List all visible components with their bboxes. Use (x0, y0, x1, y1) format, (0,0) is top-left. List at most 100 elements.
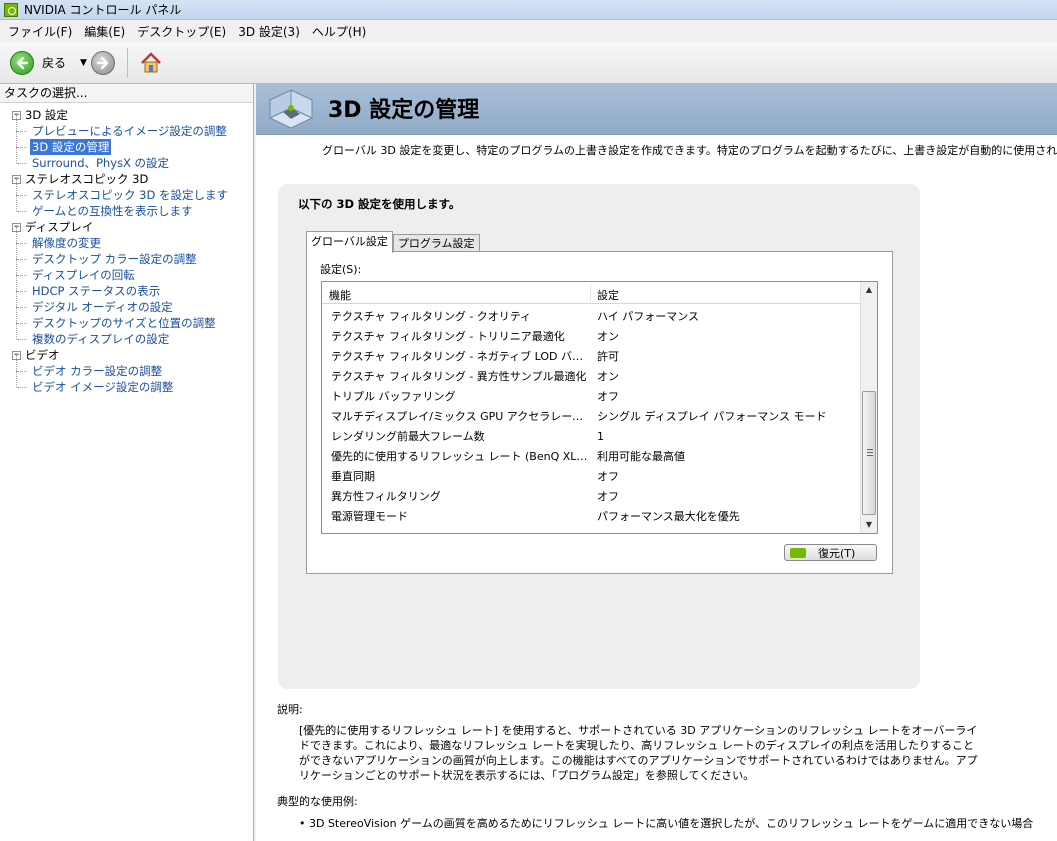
setting-cell[interactable]: パフォーマンス最大化を優先 (590, 508, 740, 524)
tree-item-setup-stereoscopic-3d[interactable]: ステレオスコピック 3D を設定します (12, 179, 253, 203)
tree-category-3d-settings[interactable]: − 3D 設定 (12, 107, 253, 123)
restore-label: 復元(T) (818, 546, 856, 560)
tree-item-multiple-displays[interactable]: 複数のディスプレイの設定 (12, 323, 253, 347)
setting-cell[interactable]: オフ (590, 488, 619, 504)
feature-cell: 優先的に使用するリフレッシュ レート (BenQ XL2410... (331, 450, 590, 463)
usage-label: 典型的な使用例: (277, 795, 358, 808)
description-text: [優先的に使用するリフレッシュ レート] を使用すると、サポートされている 3D… (299, 724, 978, 782)
tab-strip: グローバル設定 プログラム設定 (306, 231, 480, 253)
table-row[interactable]: テクスチャ フィルタリング - トリリニア最適化 オン (322, 326, 860, 346)
tree-item-preview-image-settings[interactable]: プレビューによるイメージ設定の調整 (12, 115, 253, 139)
list-header: 機能 設定 (322, 282, 860, 304)
setting-cell[interactable]: ハイ パフォーマンス (590, 308, 699, 324)
setting-cell[interactable]: 1 (590, 430, 604, 443)
setting-cell[interactable]: シングル ディスプレイ パフォーマンス モード (590, 408, 827, 424)
page-title: 3D 設定の管理 (328, 98, 480, 123)
menu-3d-settings[interactable]: 3D 設定(3) (232, 23, 306, 40)
feature-cell: マルチディスプレイ/ミックス GPU アクセラレーション (331, 410, 590, 423)
content-pane: 3D 設定の管理 グローバル 3D 設定を変更し、特定のプログラムの上書き設定を… (256, 84, 1057, 841)
table-row[interactable]: 異方性フィルタリング オフ (322, 486, 860, 506)
column-divider (590, 285, 591, 301)
nvidia-app-icon (4, 2, 18, 17)
table-row[interactable]: レンダリング前最大フレーム数 1 (322, 426, 860, 446)
table-row[interactable]: テクスチャ フィルタリング - ネガティブ LOD バイアス 許可 (322, 346, 860, 366)
window-title: NVIDIA コントロール パネル (24, 3, 182, 17)
feature-cell: トリプル バッファリング (331, 390, 456, 403)
history-dropdown-icon[interactable]: ▼ (80, 58, 87, 68)
table-row[interactable]: マルチディスプレイ/ミックス GPU アクセラレーション シングル ディスプレイ … (322, 406, 860, 426)
menu-bar: ファイル(F) 編集(E) デスクトップ(E) 3D 設定(3) ヘルプ(H) (0, 20, 1057, 42)
setting-cell[interactable]: オフ (590, 468, 619, 484)
page-header: 3D 設定の管理 (256, 84, 1057, 135)
usage-item: • 3D StereoVision ゲームの画質を高めるためにリフレッシュ レー… (299, 817, 1034, 830)
settings-label: 設定(S): (320, 263, 362, 276)
settings-list[interactable]: 機能 設定 テクスチャ フィルタリング - クオリティ ハイ パフォーマンス テク… (321, 281, 878, 534)
setting-cell[interactable]: 利用可能な最高値 (590, 448, 685, 464)
setting-cell[interactable]: オン (590, 368, 619, 384)
scroll-thumb[interactable] (862, 391, 876, 515)
tree-item-desktop-color[interactable]: デスクトップ カラー設定の調整 (12, 243, 253, 267)
feature-cell: 垂直同期 (331, 470, 375, 483)
toolbar: 戻る ▼ (0, 42, 1057, 84)
tree-category-video[interactable]: − ビデオ (12, 347, 253, 363)
feature-cell: テクスチャ フィルタリング - ネガティブ LOD バイアス (331, 350, 590, 363)
tree-item-manage-3d-settings[interactable]: 3D 設定の管理 (12, 131, 253, 155)
category-label: ビデオ (25, 348, 60, 362)
table-row[interactable]: 電源管理モード パフォーマンス最大化を優先 (322, 506, 860, 526)
feature-cell: 電源管理モード (331, 510, 408, 523)
forward-button[interactable] (90, 50, 115, 75)
tree-item-game-compatibility[interactable]: ゲームとの互換性を表示します (12, 195, 253, 219)
setting-cell[interactable]: オフ (590, 388, 619, 404)
back-arrow-icon (16, 56, 29, 69)
table-row[interactable]: テクスチャ フィルタリング - クオリティ ハイ パフォーマンス (322, 306, 860, 326)
back-button[interactable] (10, 50, 34, 75)
tree-item-video-image[interactable]: ビデオ イメージ設定の調整 (12, 371, 253, 395)
scroll-up-icon[interactable]: ▲ (861, 282, 877, 298)
panel-heading: 以下の 3D 設定を使用します。 (298, 197, 461, 211)
tree-category-display[interactable]: − ディスプレイ (12, 219, 253, 235)
table-row[interactable]: 優先的に使用するリフレッシュ レート (BenQ XL2410... 利用可能な最… (322, 446, 860, 466)
feature-cell: レンダリング前最大フレーム数 (331, 430, 485, 443)
nvidia-logo-icon (790, 547, 806, 558)
grip-icon (867, 449, 873, 456)
menu-edit[interactable]: 編集(E) (78, 23, 131, 40)
feature-cell: テクスチャ フィルタリング - トリリニア最適化 (331, 330, 565, 343)
tree-item-video-color[interactable]: ビデオ カラー設定の調整 (12, 355, 253, 379)
category-label: ディスプレイ (25, 220, 94, 234)
feature-cell: テクスチャ フィルタリング - クオリティ (331, 310, 532, 323)
scroll-down-icon[interactable]: ▼ (861, 517, 877, 533)
3d-settings-icon (268, 89, 314, 129)
tree-item-hdcp-status[interactable]: HDCP ステータスの表示 (12, 275, 253, 299)
feature-cell: テクスチャ フィルタリング - 異方性サンプル最適化 (331, 370, 587, 383)
task-pane-header: タスクの選択... (0, 84, 253, 103)
tree-category-stereoscopic-3d[interactable]: − ステレオスコピック 3D (12, 171, 253, 187)
menu-help[interactable]: ヘルプ(H) (306, 23, 372, 40)
category-label: ステレオスコピック 3D (25, 172, 149, 186)
home-button[interactable] (138, 50, 164, 76)
task-pane: タスクの選択... − 3D 設定 プレビューによるイメージ設定の調整 3D 設… (0, 84, 254, 841)
tab-content: 設定(S): 機能 設定 テクスチャ フィルタリング - クオリティ ハイ パフォ… (306, 251, 893, 574)
back-label[interactable]: 戻る (42, 54, 66, 71)
title-bar: NVIDIA コントロール パネル (0, 0, 1057, 20)
tree-item-digital-audio[interactable]: デジタル オーディオの設定 (12, 291, 253, 315)
vertical-scrollbar[interactable]: ▲ ▼ (860, 282, 877, 533)
table-row[interactable]: 垂直同期 オフ (322, 466, 860, 486)
description-label: 説明: (277, 703, 303, 716)
task-tree: − 3D 設定 プレビューによるイメージ設定の調整 3D 設定の管理 Surro… (0, 103, 253, 395)
menu-file[interactable]: ファイル(F) (2, 23, 78, 40)
tree-item-change-resolution[interactable]: 解像度の変更 (12, 227, 253, 251)
table-row[interactable]: テクスチャ フィルタリング - 異方性サンプル最適化 オン (322, 366, 860, 386)
column-header-setting[interactable]: 設定 (597, 287, 619, 303)
tree-item-rotate-display[interactable]: ディスプレイの回転 (12, 259, 253, 283)
setting-cell[interactable]: オン (590, 328, 619, 344)
setting-cell[interactable]: 許可 (590, 348, 619, 364)
tab-global-settings[interactable]: グローバル設定 (306, 231, 393, 253)
tree-item-desktop-size-position[interactable]: デスクトップのサイズと位置の調整 (12, 307, 253, 331)
table-row[interactable]: トリプル バッファリング オフ (322, 386, 860, 406)
restore-button[interactable]: 復元(T) (784, 544, 877, 561)
home-icon (141, 51, 161, 72)
menu-desktop[interactable]: デスクトップ(E) (131, 23, 232, 40)
page-intro: グローバル 3D 設定を変更し、特定のプログラムの上書き設定を作成できます。特定… (322, 144, 1057, 157)
column-header-feature[interactable]: 機能 (329, 287, 351, 303)
tree-item-surround-physx[interactable]: Surround、PhysX の設定 (12, 147, 253, 171)
